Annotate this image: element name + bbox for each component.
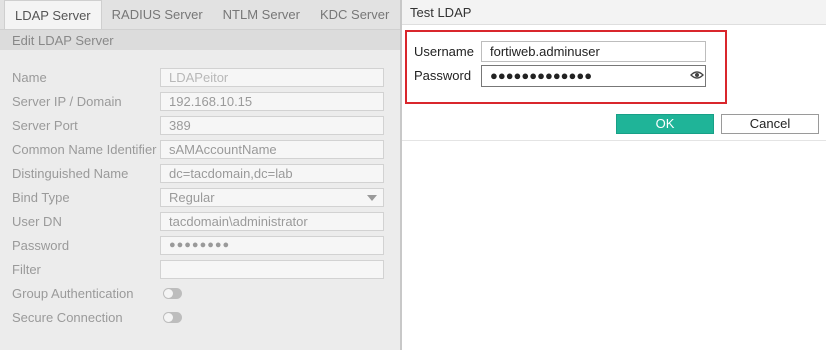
dialog-footer-divider — [402, 140, 826, 141]
username-label: Username — [414, 44, 474, 59]
dialog-title: Test LDAP — [402, 0, 826, 25]
password-input[interactable]: ●●●●●●●●●●●●● — [481, 65, 706, 87]
password-label: Password — [12, 238, 70, 253]
tab-ntlm-server[interactable]: NTLM Server — [213, 0, 310, 29]
common-name-label: Common Name Identifier — [12, 142, 157, 157]
name-label: Name — [12, 70, 47, 85]
edit-ldap-panel: LDAP Server RADIUS Server NTLM Server KD… — [0, 0, 400, 350]
user-dn-label: User DN — [12, 214, 62, 229]
distinguished-name-field[interactable]: dc=tacdomain,dc=lab — [160, 164, 384, 183]
group-auth-label: Group Authentication — [12, 286, 134, 301]
eye-icon[interactable] — [690, 70, 704, 80]
bind-type-value: Regular — [169, 190, 215, 205]
filter-label: Filter — [12, 262, 41, 277]
name-field[interactable]: LDAPeitor — [160, 68, 384, 87]
secure-connection-toggle[interactable] — [163, 312, 182, 323]
bind-type-label: Bind Type — [12, 190, 70, 205]
tab-ldap-server[interactable]: LDAP Server — [4, 0, 102, 29]
bind-type-select[interactable]: Regular — [160, 188, 384, 207]
server-tabs: LDAP Server RADIUS Server NTLM Server KD… — [0, 0, 400, 29]
filter-field[interactable] — [160, 260, 384, 279]
group-auth-toggle[interactable] — [163, 288, 182, 299]
username-input[interactable]: fortiweb.adminuser — [481, 41, 706, 62]
password-dialog-label: Password — [414, 68, 472, 83]
user-dn-field[interactable]: tacdomain\administrator — [160, 212, 384, 231]
chevron-down-icon — [367, 195, 377, 201]
password-field[interactable]: ●●●●●●●● — [160, 236, 384, 255]
secure-connection-label: Secure Connection — [12, 310, 123, 325]
cancel-button[interactable]: Cancel — [721, 114, 819, 134]
panel-heading: Edit LDAP Server — [0, 29, 400, 50]
ok-button[interactable]: OK — [616, 114, 714, 134]
server-ip-field[interactable]: 192.168.10.15 — [160, 92, 384, 111]
common-name-field[interactable]: sAMAccountName — [160, 140, 384, 159]
server-port-label: Server Port — [12, 118, 78, 133]
tab-radius-server[interactable]: RADIUS Server — [102, 0, 213, 29]
tab-kdc-server[interactable]: KDC Server — [310, 0, 399, 29]
server-ip-label: Server IP / Domain — [12, 94, 122, 109]
server-port-field[interactable]: 389 — [160, 116, 384, 135]
distinguished-name-label: Distinguished Name — [12, 166, 129, 181]
